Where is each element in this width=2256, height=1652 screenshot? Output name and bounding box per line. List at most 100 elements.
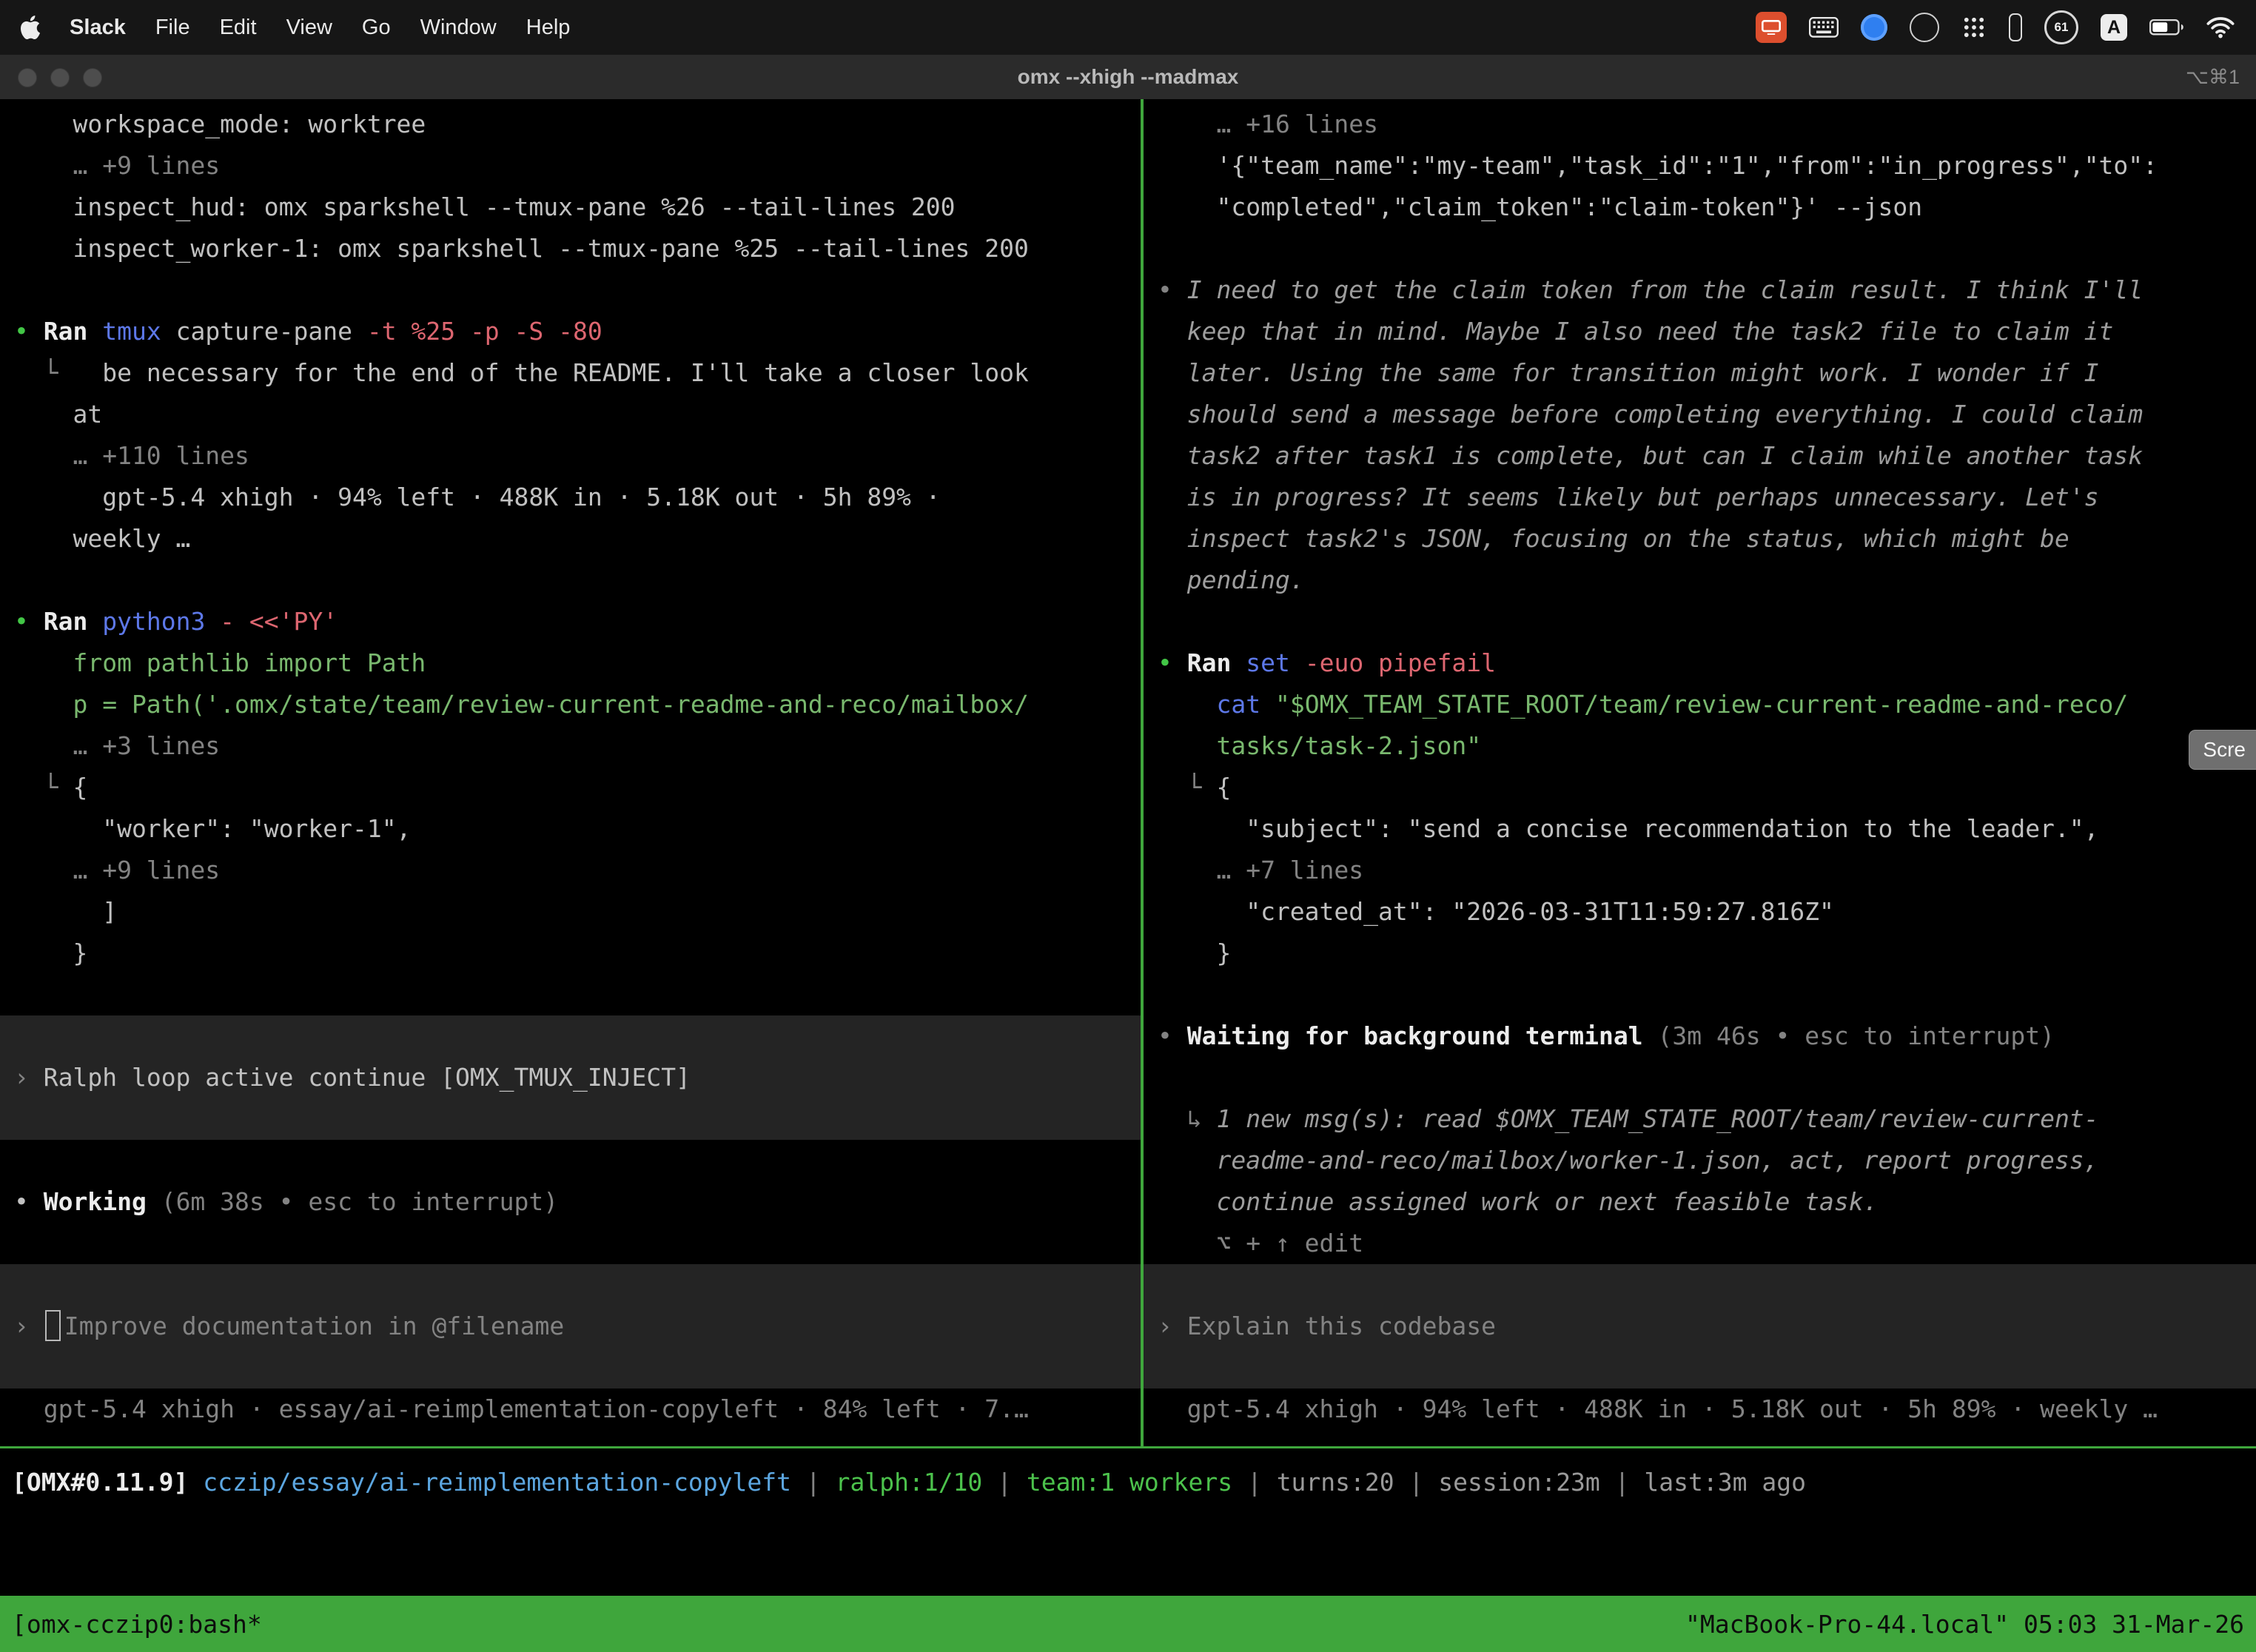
terminal-line: workspace_mode: worktree — [0, 104, 1141, 145]
terminal: workspace_mode: worktree … +9 lines insp… — [0, 99, 2256, 1446]
terminal-line — [1144, 974, 2256, 1015]
screen-recording-indicator-icon[interactable] — [1756, 12, 1787, 43]
tmux-status-bar: [omx-cczip0:bash* "MacBook-Pro-44.local"… — [0, 1596, 2256, 1652]
terminal-line: "completed","claim_token":"claim-token"}… — [1144, 187, 2256, 228]
terminal-line: • I need to get the claim token from the… — [1144, 269, 2256, 311]
terminal-line: • Ran set -euo pipefail — [1144, 642, 2256, 684]
composer-line — [0, 1347, 1141, 1389]
menu-bar: Slack File Edit View Go Window Help 61 A — [0, 0, 2256, 55]
terminal-line: … +9 lines — [0, 145, 1141, 187]
window-title: omx --xhigh --madmax — [0, 55, 2256, 99]
battery-percent-value: 61 — [2055, 20, 2069, 35]
terminal-line — [0, 1140, 1141, 1181]
terminal-line: keep that in mind. Maybe I also need the… — [1144, 311, 2256, 352]
terminal-pane-right[interactable]: … +16 lines '{"team_name":"my-team","tas… — [1144, 99, 2256, 1446]
menu-item[interactable]: File — [155, 16, 190, 40]
window-shortcut-hint: ⌥⌘1 — [2186, 55, 2240, 99]
wifi-icon[interactable] — [2206, 16, 2235, 38]
composer-line: › Ralph loop active continue [OMX_TMUX_I… — [0, 1057, 1141, 1098]
battery-icon[interactable] — [2149, 19, 2183, 35]
omx-status-line: [OMX#0.11.9] cczip/essay/ai-reimplementa… — [0, 1462, 2256, 1503]
composer-line: › Explain this codebase — [1144, 1306, 2256, 1347]
terminal-line: pending. — [1144, 560, 2256, 601]
menu-bar-status: 61 A — [1756, 10, 2235, 44]
tmux-host-time: "MacBook-Pro-44.local" 05:03 31-Mar-26 — [1685, 1610, 2244, 1639]
menu-item[interactable]: Window — [420, 16, 497, 40]
menu-item[interactable]: Edit — [220, 16, 257, 40]
terminal-line — [1144, 1057, 2256, 1098]
terminal-line: is in progress? It seems likely but perh… — [1144, 477, 2256, 518]
window-title-bar[interactable]: omx --xhigh --madmax ⌥⌘1 — [0, 55, 2256, 100]
terminal-line: … +16 lines — [1144, 104, 2256, 145]
composer-line — [1144, 1347, 2256, 1389]
composer-line — [1144, 1264, 2256, 1306]
terminal-line: … +110 lines — [0, 435, 1141, 477]
composer-line — [0, 1015, 1141, 1057]
terminal-line: cat "$OMX_TEAM_STATE_ROOT/team/review-cu… — [1144, 684, 2256, 725]
terminal-line: … +3 lines — [0, 725, 1141, 767]
terminal-line: task2 after task1 is complete, but can I… — [1144, 435, 2256, 477]
terminal-line: • Working (6m 38s • esc to interrupt) — [0, 1181, 1141, 1223]
terminal-line: later. Using the same for transition mig… — [1144, 352, 2256, 394]
terminal-line: weekly … — [0, 518, 1141, 560]
composer-line: › Improve documentation in @filename — [0, 1306, 1141, 1347]
terminal-line: ⌥ + ↑ edit — [1144, 1223, 2256, 1264]
terminal-line: ↳ 1 new msg(s): read $OMX_TEAM_STATE_ROO… — [1144, 1098, 2256, 1140]
terminal-line: • Waiting for background terminal (3m 46… — [1144, 1015, 2256, 1057]
terminal-line: tasks/task-2.json" — [1144, 725, 2256, 767]
input-source-label: A — [2101, 14, 2127, 41]
terminal-line: "subject": "send a concise recommendatio… — [1144, 808, 2256, 850]
terminal-line: } — [0, 933, 1141, 974]
dark-circle-icon[interactable] — [1910, 13, 1939, 42]
dots-grid-icon[interactable] — [1961, 15, 1987, 40]
app-menus: File Edit View Go Window Help — [155, 16, 571, 40]
terminal-line: continue assigned work or next feasible … — [1144, 1181, 2256, 1223]
terminal-line: at — [0, 394, 1141, 435]
menu-bar-left: Slack File Edit View Go Window Help — [21, 16, 570, 40]
terminal-line: gpt-5.4 xhigh · essay/ai-reimplementatio… — [0, 1389, 1141, 1430]
terminal-line: inspect_hud: omx sparkshell --tmux-pane … — [0, 187, 1141, 228]
terminal-line: └ be necessary for the end of the README… — [0, 352, 1141, 394]
input-source-icon[interactable]: A — [2101, 14, 2127, 41]
terminal-line: gpt-5.4 xhigh · 94% left · 488K in · 5.1… — [0, 477, 1141, 518]
tmux-session-info: [omx-cczip0:bash* — [12, 1610, 262, 1639]
composer-line — [0, 1264, 1141, 1306]
terminal-line: ] — [0, 891, 1141, 933]
terminal-line: } — [1144, 933, 2256, 974]
battery-percent-gauge-icon[interactable]: 61 — [2044, 10, 2078, 44]
apple-menu-icon[interactable] — [21, 16, 40, 39]
terminal-pane-bottom[interactable]: [OMX#0.11.9] cczip/essay/ai-reimplementa… — [0, 1448, 2256, 1609]
terminal-line: … +9 lines — [0, 850, 1141, 891]
terminal-line — [1144, 228, 2256, 269]
keyboard-icon[interactable] — [1809, 17, 1839, 38]
terminal-line — [0, 1223, 1141, 1264]
terminal-line: from pathlib import Path — [0, 642, 1141, 684]
terminal-line: p = Path('.omx/state/team/review-current… — [0, 684, 1141, 725]
terminal-line — [1144, 601, 2256, 642]
menu-item[interactable]: Help — [526, 16, 571, 40]
terminal-line: gpt-5.4 xhigh · 94% left · 488K in · 5.1… — [1144, 1389, 2256, 1430]
menu-item[interactable]: Go — [362, 16, 391, 40]
screen: Slack File Edit View Go Window Help 61 A — [0, 0, 2256, 1652]
terminal-line: should send a message before completing … — [1144, 394, 2256, 435]
terminal-line: "created_at": "2026-03-31T11:59:27.816Z" — [1144, 891, 2256, 933]
screen-tooltip: Scre — [2189, 730, 2256, 770]
terminal-line: … +7 lines — [1144, 850, 2256, 891]
blue-app-icon[interactable] — [1861, 14, 1887, 41]
terminal-line: inspect_worker-1: omx sparkshell --tmux-… — [0, 228, 1141, 269]
terminal-line: • Ran tmux capture-pane -t %25 -p -S -80 — [0, 311, 1141, 352]
slim-glyph-icon[interactable] — [2009, 13, 2022, 41]
terminal-line: └ { — [0, 767, 1141, 808]
active-app-name[interactable]: Slack — [70, 16, 126, 40]
terminal-line — [0, 269, 1141, 311]
terminal-line: inspect task2's JSON, focusing on the st… — [1144, 518, 2256, 560]
menu-item[interactable]: View — [286, 16, 332, 40]
terminal-line: └ { — [1144, 767, 2256, 808]
terminal-line: • Ran python3 - <<'PY' — [0, 601, 1141, 642]
terminal-pane-left[interactable]: workspace_mode: worktree … +9 lines insp… — [0, 99, 1141, 1446]
terminal-line: "worker": "worker-1", — [0, 808, 1141, 850]
terminal-line — [0, 974, 1141, 1015]
terminal-line: '{"team_name":"my-team","task_id":"1","f… — [1144, 145, 2256, 187]
composer-line — [0, 1098, 1141, 1140]
text-cursor — [45, 1310, 61, 1341]
